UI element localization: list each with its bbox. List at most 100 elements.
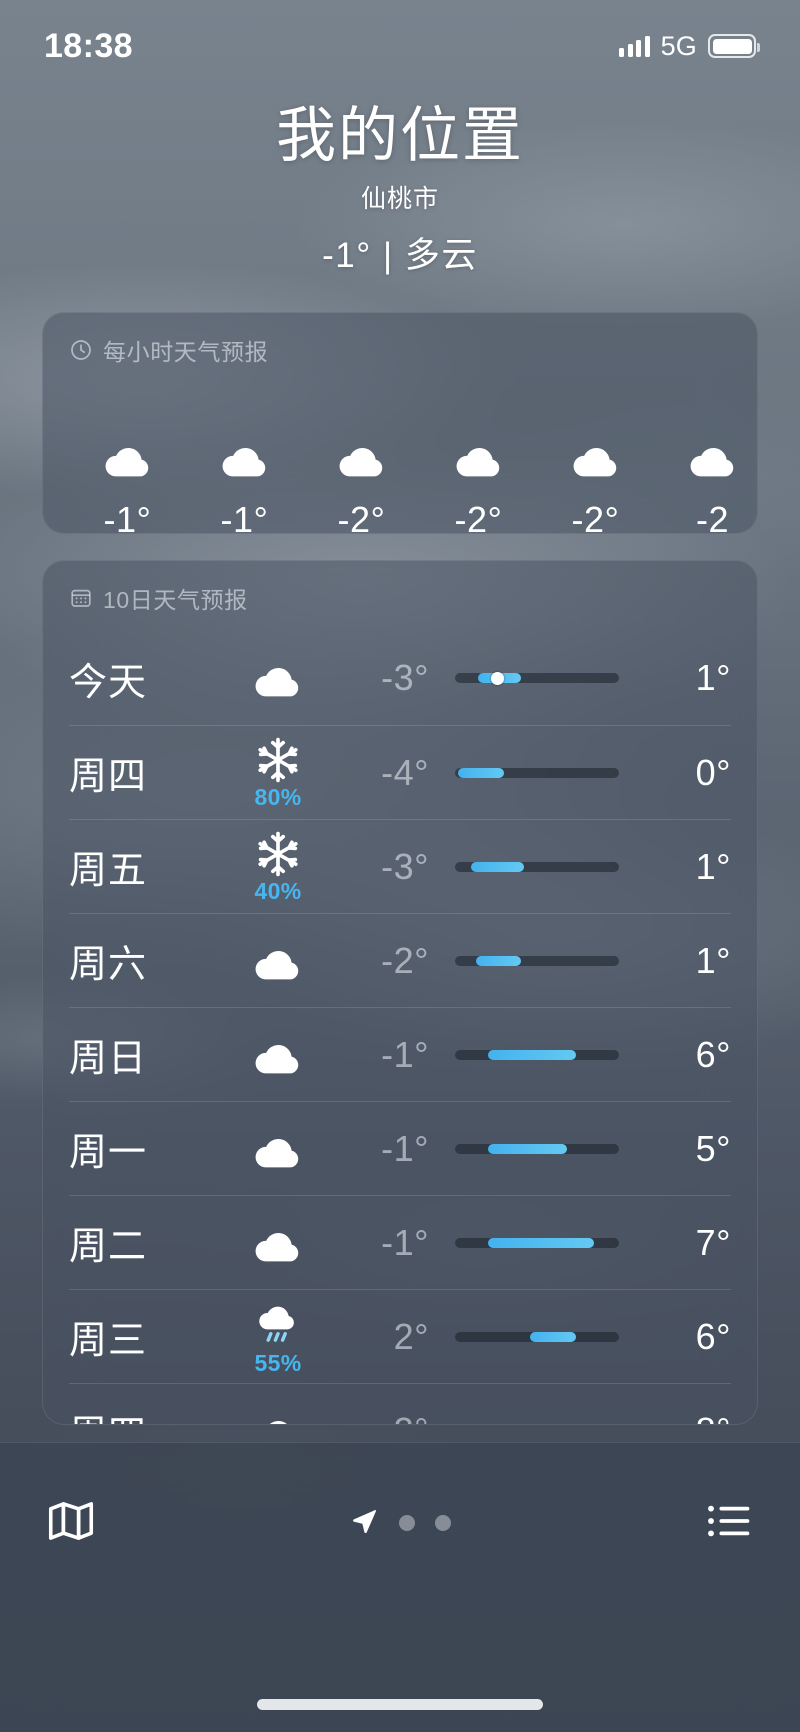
day-name: 周五 [69, 839, 219, 894]
temperature-range-bar [455, 1050, 619, 1060]
daily-forecast-row[interactable]: 今天 -3° 1° [69, 631, 731, 725]
low-temperature: -3° [337, 657, 429, 699]
daily-forecast-row[interactable]: 周五 40% -3° 1° [69, 819, 731, 913]
page-indicator[interactable] [349, 1506, 451, 1541]
hourly-time-label [186, 409, 303, 423]
daily-forecast-row[interactable]: 周四2°8° [69, 1383, 731, 1425]
hourly-temperature: -2° [303, 499, 420, 534]
daily-forecast-row[interactable]: 周二 -1° 7° [69, 1195, 731, 1289]
daily-forecast-row[interactable]: 周四80%-4°0° [69, 725, 731, 819]
low-temperature: -1° [337, 1034, 429, 1076]
map-icon[interactable] [44, 1494, 98, 1553]
precipitation-chance: 55% [255, 1350, 302, 1377]
calendar-icon [69, 586, 93, 610]
status-bar: 18:38 5G [0, 0, 800, 92]
day-name: 周四 [69, 745, 219, 800]
current-condition-summary: -1° | 多云 [0, 227, 800, 278]
hourly-temperature: -1° [186, 499, 303, 534]
temperature-range-bar [455, 956, 619, 966]
day-name: 周一 [69, 1121, 219, 1176]
location-arrow-icon[interactable] [349, 1506, 379, 1541]
bottom-toolbar [0, 1442, 800, 1732]
cloud-icon [219, 1220, 337, 1265]
page-dot[interactable] [399, 1515, 415, 1531]
cloud-icon [420, 423, 537, 493]
page-dot[interactable] [435, 1515, 451, 1531]
daily-rows-list[interactable]: 今天-3°1°周四80%-4°0°周五40%-3°1°周六-2°1°周日-1°6… [43, 631, 757, 1425]
high-temperature: 1° [645, 940, 731, 982]
low-temperature: -1° [337, 1128, 429, 1170]
hourly-temperature: -1° [69, 499, 186, 534]
hourly-time-label [69, 409, 186, 423]
hourly-temperature: -2 [654, 499, 758, 534]
precipitation-chance: 40% [255, 878, 302, 905]
hourly-time-label [537, 409, 654, 423]
high-temperature: 6° [645, 1034, 731, 1076]
cloud-icon [186, 423, 303, 493]
high-temperature: 1° [645, 657, 731, 699]
region-label: 仙桃市 [0, 179, 800, 215]
daily-forecast-row[interactable]: 周三 55% 2° 6° [69, 1289, 731, 1383]
day-name: 周四 [69, 1403, 219, 1425]
cloud-icon [537, 423, 654, 493]
day-name: 周日 [69, 1027, 219, 1082]
clock-icon [69, 338, 93, 362]
temperature-range-fill [471, 862, 523, 872]
cloud-icon [219, 938, 337, 983]
cellular-signal-icon [619, 35, 650, 57]
hourly-time-label [420, 409, 537, 423]
cloud-icon [219, 1032, 337, 1077]
hourly-entry[interactable]: -2° [537, 409, 654, 534]
high-temperature: 6° [645, 1316, 731, 1358]
temperature-range-fill [488, 1144, 567, 1154]
precipitation-chance: 80% [255, 784, 302, 811]
temperature-range-fill [488, 1050, 577, 1060]
battery-icon [708, 34, 756, 58]
hourly-entry[interactable]: -2° [303, 409, 420, 534]
low-temperature: -1° [337, 1222, 429, 1264]
high-temperature: 1° [645, 846, 731, 888]
hourly-time-label [654, 409, 758, 423]
network-type-label: 5G [661, 31, 697, 62]
low-temperature: 2° [337, 1316, 429, 1358]
hourly-card-header: 每小时天气预报 [43, 313, 757, 367]
low-temperature: 2° [337, 1410, 429, 1426]
low-temperature: -2° [337, 940, 429, 982]
cloud-icon [219, 1126, 337, 1171]
daily-forecast-row[interactable]: 周六-2°1° [69, 913, 731, 1007]
ten-day-forecast-card[interactable]: 10日天气预报 今天-3°1°周四80%-4°0°周五40%-3°1°周六-2°… [42, 560, 758, 1425]
hourly-scroll-track[interactable]: -1°-1°-2°-2°-2°-2 [43, 371, 757, 534]
day-name: 今天 [69, 651, 219, 706]
high-temperature: 7° [645, 1222, 731, 1264]
temperature-range-bar [455, 768, 619, 778]
home-indicator [257, 1699, 543, 1710]
high-temperature: 5° [645, 1128, 731, 1170]
daily-forecast-row[interactable]: 周日 -1° 6° [69, 1007, 731, 1101]
day-name: 周三 [69, 1309, 219, 1364]
temperature-range-bar [455, 862, 619, 872]
low-temperature: -3° [337, 846, 429, 888]
high-temperature: 0° [645, 752, 731, 794]
hourly-entry[interactable]: -2 [654, 409, 758, 534]
temperature-range-fill [476, 956, 520, 966]
daily-card-header: 10日天气预报 [43, 561, 757, 615]
temperature-range-fill [488, 1238, 595, 1248]
cloud-icon [219, 655, 337, 700]
status-bar-time: 18:38 [44, 27, 133, 66]
hourly-entry[interactable]: -1° [186, 409, 303, 534]
temperature-range-fill [530, 1332, 576, 1342]
daily-forecast-row[interactable]: 周一 -1° 5° [69, 1101, 731, 1195]
hourly-temperature: -2° [420, 499, 537, 534]
snowflake-icon: 40% [219, 828, 337, 905]
day-name: 周二 [69, 1215, 219, 1270]
hourly-time-label [303, 409, 420, 423]
hourly-entry[interactable]: -1° [69, 409, 186, 534]
cloud-icon [303, 423, 420, 493]
hourly-entry[interactable]: -2° [420, 409, 537, 534]
cloud-icon [69, 423, 186, 493]
temperature-range-bar [455, 1332, 619, 1342]
list-icon[interactable] [702, 1494, 756, 1553]
temperature-range-bar [455, 1144, 619, 1154]
hourly-forecast-card[interactable]: 每小时天气预报 -1°-1°-2°-2°-2°-2 [42, 312, 758, 534]
temperature-range-bar [455, 1238, 619, 1248]
